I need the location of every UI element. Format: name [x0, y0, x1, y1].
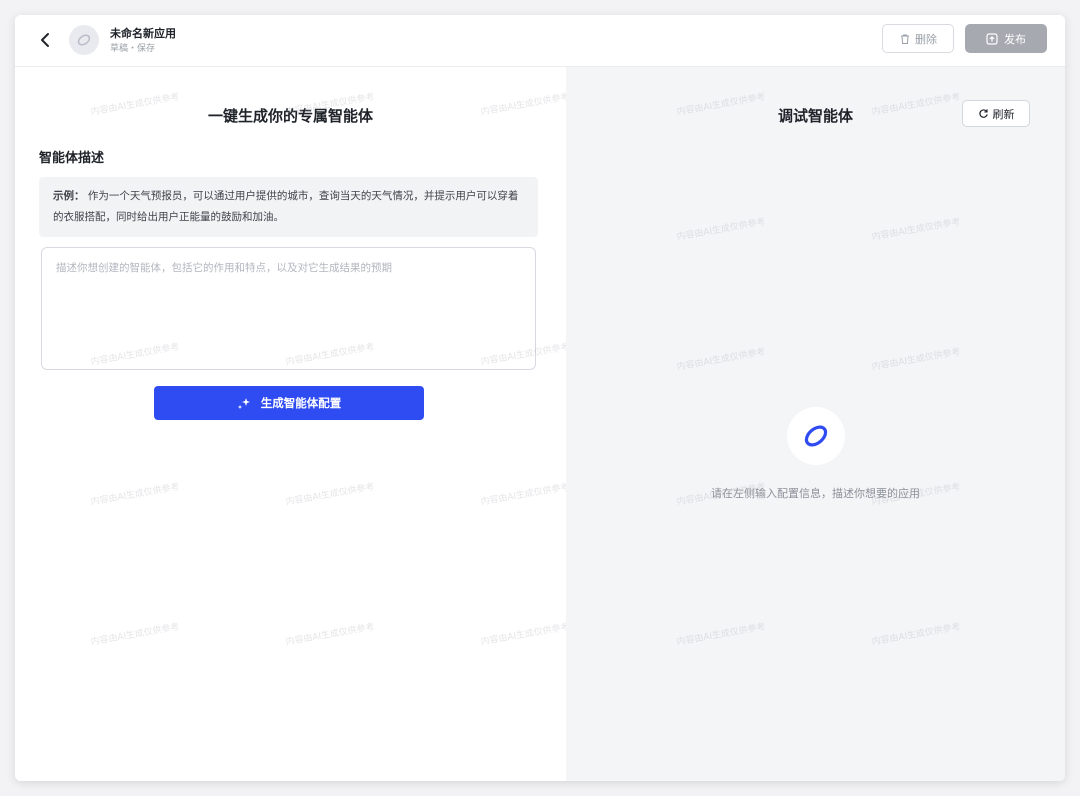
- app-window: 未命名新应用 草稿・保存 删除 发布 一键生成你的专属智能体 智能体描述 示例：…: [15, 15, 1065, 781]
- watermark: 内容由AI生成仅供参考: [90, 622, 181, 648]
- back-button[interactable]: [35, 28, 55, 52]
- app-name[interactable]: 未命名新应用: [110, 25, 176, 41]
- watermark: 内容由AI生成仅供参考: [480, 622, 571, 648]
- watermark: 内容由AI生成仅供参考: [285, 622, 376, 648]
- upload-icon: [986, 32, 998, 45]
- watermark: 内容由AI生成仅供参考: [871, 347, 962, 373]
- app-avatar[interactable]: [69, 25, 99, 55]
- generate-config-button[interactable]: 生成智能体配置: [154, 386, 424, 420]
- empty-hint: 请在左侧输入配置信息，描述你想要的应用: [711, 487, 920, 500]
- publish-button[interactable]: 发布: [965, 24, 1047, 53]
- trash-icon: [901, 34, 909, 44]
- generate-panel: 一键生成你的专属智能体 智能体描述 示例： 作为一个天气预报员，可以通过用户提供…: [15, 67, 570, 781]
- watermark: 内容由AI生成仅供参考: [480, 482, 571, 508]
- watermark: 内容由AI生成仅供参考: [676, 217, 767, 243]
- generate-title: 一键生成你的专属智能体: [207, 107, 373, 125]
- assistant-logo-icon: [804, 425, 828, 447]
- refresh-icon: [978, 109, 988, 118]
- example-box: 示例： 作为一个天气预报员，可以通过用户提供的城市，查询当天的天气情况，并提示用…: [39, 177, 538, 237]
- assistant-logo: [787, 407, 845, 465]
- watermark: 内容由AI生成仅供参考: [676, 347, 767, 373]
- watermark: 内容由AI生成仅供参考: [871, 217, 962, 243]
- description-label: 智能体描述: [39, 151, 105, 166]
- publish-label: 发布: [1004, 32, 1026, 46]
- delete-label: 删除: [915, 32, 937, 46]
- app-logo-icon: [77, 34, 91, 46]
- watermark: 内容由AI生成仅供参考: [285, 482, 376, 508]
- sparkle-icon: [237, 398, 250, 409]
- description-input[interactable]: 描述你想创建的智能体，包括它的作用和特点，以及对它生成结果的预期: [41, 247, 536, 370]
- example-prefix: 示例：: [53, 190, 85, 202]
- debug-panel: 调试智能体 刷新 请在左侧输入配置信息，描述你想要的应用 内容由AI生成仅供参考…: [566, 67, 1065, 781]
- refresh-button[interactable]: 刷新: [962, 100, 1030, 127]
- watermark: 内容由AI生成仅供参考: [90, 482, 181, 508]
- example-text: 作为一个天气预报员，可以通过用户提供的城市，查询当天的天气情况，并提示用户可以穿…: [53, 190, 519, 223]
- refresh-label: 刷新: [992, 107, 1015, 121]
- delete-button[interactable]: 删除: [882, 24, 954, 53]
- top-bar: 未命名新应用 草稿・保存 删除 发布: [15, 15, 1065, 67]
- watermark: 内容由AI生成仅供参考: [676, 622, 767, 648]
- app-status: 草稿・保存: [110, 44, 156, 54]
- watermark: 内容由AI生成仅供参考: [871, 622, 962, 648]
- generate-config-label: 生成智能体配置: [260, 396, 342, 410]
- chevron-left-icon: [41, 33, 49, 47]
